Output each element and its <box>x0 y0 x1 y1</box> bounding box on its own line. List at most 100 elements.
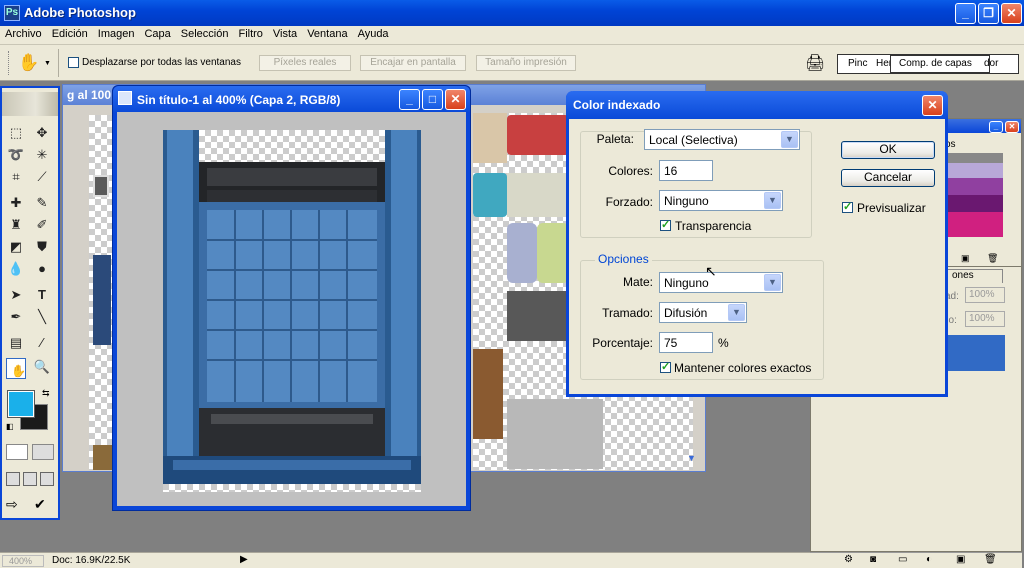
status-menu-arrow-icon[interactable]: ▶ <box>240 554 248 565</box>
chevron-down-icon[interactable]: ▼ <box>44 60 51 67</box>
menu-ventana[interactable]: Ventana <box>302 26 352 40</box>
move-tool-icon[interactable]: ✥ <box>32 124 52 142</box>
porcentaje-input[interactable]: 75 <box>659 332 713 353</box>
file-browser-icon[interactable]: 🖨 <box>805 53 825 73</box>
forzado-select[interactable]: Ninguno ▼ <box>659 190 783 211</box>
clone-stamp-tool-icon[interactable]: ♜ <box>6 216 26 234</box>
menu-archivo[interactable]: Archivo <box>0 26 47 40</box>
healing-brush-tool-icon[interactable]: ✚ <box>6 194 26 212</box>
line-tool-icon[interactable]: ╲ <box>32 308 52 326</box>
new-set-icon[interactable]: ▭ <box>898 554 907 565</box>
menu-edicion[interactable]: Edición <box>47 26 93 40</box>
chevron-down-icon: ▼ <box>764 274 781 291</box>
crop-tool-icon[interactable]: ⌗ <box>6 168 26 186</box>
menu-filtro[interactable]: Filtro <box>233 26 267 40</box>
new-layer-icon[interactable]: ▣ <box>956 554 965 565</box>
marquee-tool-icon[interactable]: ⬚ <box>6 124 26 142</box>
history-brush-tool-icon[interactable]: ✐ <box>32 216 52 234</box>
crate-sprite <box>93 445 113 470</box>
actual-pixels-button[interactable]: Píxeles reales <box>259 55 351 71</box>
print-size-button[interactable]: Tamaño impresión <box>476 55 576 71</box>
zoom-tool-icon[interactable]: 🔍 <box>32 358 52 376</box>
cancel-button[interactable]: Cancelar <box>841 169 935 187</box>
screen-mode-full-button[interactable] <box>40 472 54 486</box>
foreground-color-swatch[interactable] <box>7 390 35 418</box>
ok-button[interactable]: OK <box>841 141 935 159</box>
maximize-button[interactable]: ❐ <box>978 3 999 24</box>
jump-to-imageready-icon[interactable]: ⇨ <box>6 496 18 513</box>
notes-tool-icon[interactable]: ▤ <box>6 334 26 352</box>
eyedropper-tool-icon[interactable]: ⁄ <box>32 334 52 352</box>
previsualizar-checkbox[interactable] <box>842 200 853 213</box>
add-mask-icon[interactable]: ◙ <box>870 554 876 565</box>
pen-tool-icon[interactable]: ✒ <box>6 308 26 326</box>
menu-vista[interactable]: Vista <box>268 26 302 40</box>
red-bed-sprite <box>507 115 569 155</box>
blur-tool-icon[interactable]: 💧 <box>6 260 26 278</box>
lilac-bed-sprite <box>507 223 537 283</box>
opacity-field[interactable]: 100% <box>965 287 1005 303</box>
tramado-select[interactable]: Difusión ▼ <box>659 302 747 323</box>
minimize-button[interactable]: _ <box>955 3 976 24</box>
window-sprite <box>93 175 109 197</box>
white-bed-sprite <box>507 173 569 217</box>
brush-tool-icon[interactable]: ✎ <box>32 194 52 212</box>
sofa-canvas[interactable] <box>163 130 421 492</box>
swatches-panel-minimize-button[interactable]: _ <box>989 121 1003 133</box>
document-close-button[interactable]: ✕ <box>445 89 466 110</box>
selected-layer-row[interactable] <box>939 335 1005 371</box>
paint-bucket-tool-icon[interactable]: ⛊ <box>32 238 52 256</box>
palette-well-tab-comp-capas[interactable]: Comp. de capas <box>890 55 990 73</box>
delete-swatch-icon[interactable]: 🗑 <box>987 253 998 264</box>
slice-tool-icon[interactable]: ⟋ <box>32 168 52 186</box>
magic-wand-tool-icon[interactable]: ✳ <box>32 146 52 164</box>
fit-screen-button[interactable]: Encajar en pantalla <box>360 55 466 71</box>
default-colors-icon[interactable]: ◧ <box>6 422 14 431</box>
imageready-icon[interactable]: ✔ <box>34 496 46 513</box>
layers-tab[interactable]: ones <box>947 269 1003 283</box>
eraser-tool-icon[interactable]: ◩ <box>6 238 26 256</box>
menu-ayuda[interactable]: Ayuda <box>353 26 394 40</box>
fill-field[interactable]: 100% <box>965 311 1005 327</box>
menu-capa[interactable]: Capa <box>139 26 175 40</box>
lasso-tool-icon[interactable]: ➰ <box>6 146 26 164</box>
swatch-grid[interactable] <box>947 153 1003 237</box>
paleta-select[interactable]: Local (Selectiva) ▼ <box>644 129 800 150</box>
palette-well-tab-navegador[interactable]: dor <box>984 58 998 69</box>
layer-effects-icon[interactable]: ⚙ <box>844 554 853 565</box>
screen-mode-standard-button[interactable] <box>6 472 20 486</box>
swatches-panel-close-button[interactable]: ✕ <box>1005 121 1019 133</box>
type-tool-icon[interactable]: T <box>32 286 52 304</box>
mate-select[interactable]: Ninguno ▼ <box>659 272 783 293</box>
zoom-field[interactable]: 400% <box>2 555 44 567</box>
document-maximize-button[interactable]: □ <box>422 89 443 110</box>
new-swatch-icon[interactable]: ▣ <box>961 253 970 264</box>
adjustment-layer-icon[interactable]: ◐ <box>926 554 932 565</box>
palette-well-tab-pinceles[interactable]: Pinc <box>848 58 867 69</box>
dodge-tool-icon[interactable]: ● <box>32 260 52 278</box>
palette-well: Pinc Herr Comp. de capas dor <box>837 54 1019 74</box>
menu-imagen[interactable]: Imagen <box>93 26 140 40</box>
tile-sprite <box>473 113 507 163</box>
mate-value: Ninguno <box>664 276 709 290</box>
hand-tool-icon[interactable]: ✋ <box>6 358 26 379</box>
scroll-all-checkbox[interactable] <box>68 57 79 68</box>
menu-seleccion[interactable]: Selección <box>176 26 234 40</box>
document-minimize-button[interactable]: _ <box>399 89 420 110</box>
delete-layer-icon[interactable]: 🗑 <box>984 554 997 565</box>
document-window: Sin título-1 al 400% (Capa 2, RGB/8) _ □… <box>112 85 471 511</box>
transparencia-checkbox[interactable] <box>660 218 671 231</box>
quick-mask-mode-button[interactable] <box>32 444 54 460</box>
swap-colors-icon[interactable]: ⇆ <box>42 388 50 399</box>
green-bed-sprite <box>537 223 569 283</box>
dialog-close-button[interactable]: ✕ <box>922 95 943 116</box>
chevron-down-icon[interactable]: ▼ <box>687 453 696 463</box>
hand-tool-preset-icon[interactable]: ✋ <box>18 53 39 73</box>
layers-panel-footer: ⚙ ◙ ▭ ◐ ▣ 🗑 <box>810 552 1022 568</box>
close-button[interactable]: ✕ <box>1001 3 1022 24</box>
path-selection-tool-icon[interactable]: ➤ <box>6 286 26 304</box>
standard-mode-button[interactable] <box>6 444 28 460</box>
colores-input[interactable]: 16 <box>659 160 713 181</box>
screen-mode-full-menu-button[interactable] <box>23 472 37 486</box>
mantener-colores-checkbox[interactable] <box>660 360 671 373</box>
